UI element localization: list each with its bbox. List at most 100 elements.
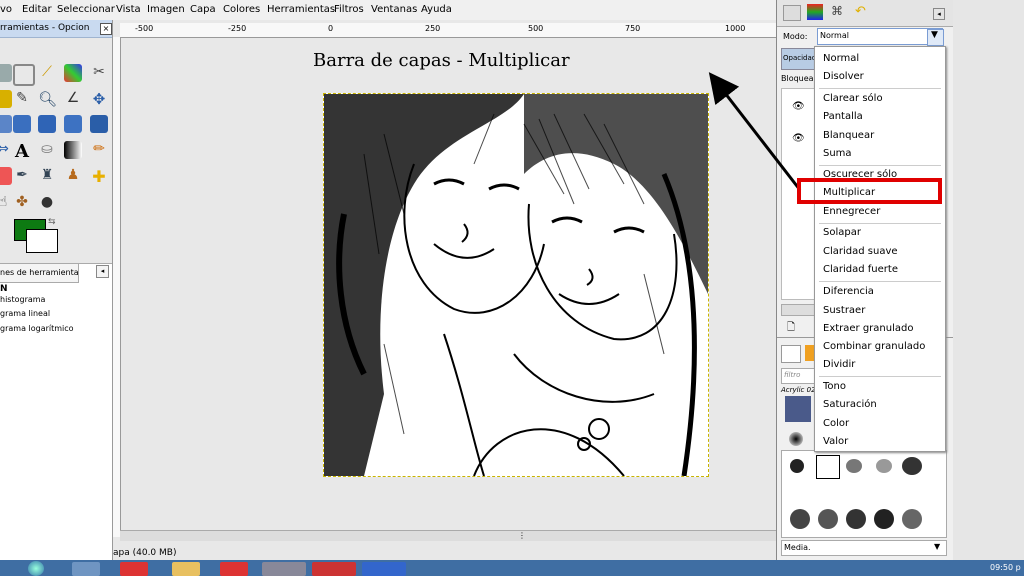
menu-item[interactable]: Ennegrecer bbox=[823, 206, 880, 217]
tab-layers-icon[interactable] bbox=[783, 5, 801, 21]
rotate-icon[interactable] bbox=[38, 115, 56, 133]
smudge-icon[interactable]: ☝ bbox=[0, 194, 12, 212]
new-layer-icon[interactable]: 🗋 bbox=[787, 320, 795, 337]
list-item[interactable]: histograma bbox=[0, 295, 45, 304]
tab-channels-icon[interactable] bbox=[807, 4, 823, 20]
lasso-tool-icon[interactable] bbox=[0, 64, 12, 82]
fuzzy-select-icon[interactable]: ⟋ bbox=[38, 64, 56, 82]
menu-item[interactable]: Suma bbox=[823, 148, 852, 159]
menu-tools[interactable]: Herramientas bbox=[267, 4, 335, 15]
filter-input[interactable]: filtro bbox=[781, 368, 815, 384]
chevron-down-icon[interactable]: ▼ bbox=[934, 542, 940, 551]
taskbar-word-icon[interactable] bbox=[362, 562, 406, 576]
brush-item[interactable] bbox=[846, 459, 862, 473]
perspective-icon[interactable] bbox=[90, 115, 108, 133]
brush-item[interactable] bbox=[790, 509, 810, 529]
canvas-image[interactable] bbox=[323, 93, 709, 477]
chevron-down-icon[interactable]: ▼ bbox=[927, 29, 944, 46]
paintbrush-icon[interactable] bbox=[0, 167, 12, 185]
menu-help[interactable]: Ayuda bbox=[421, 4, 452, 15]
gradient-icon[interactable] bbox=[64, 141, 82, 159]
menu-item[interactable]: Blanquear bbox=[823, 130, 874, 141]
menu-item[interactable]: Solapar bbox=[823, 227, 861, 238]
menu-select[interactable]: Seleccionar bbox=[57, 4, 115, 15]
brush-item[interactable] bbox=[818, 509, 838, 529]
menu-item[interactable]: Combinar granulado bbox=[823, 341, 925, 352]
brush-item[interactable] bbox=[874, 509, 894, 529]
ink-icon[interactable]: ♜ bbox=[38, 167, 56, 185]
align-icon[interactable] bbox=[0, 115, 12, 133]
close-icon[interactable]: × bbox=[100, 23, 112, 35]
airbrush-icon[interactable]: ✒ bbox=[13, 167, 31, 185]
menu-item[interactable]: Saturación bbox=[823, 399, 877, 410]
brush-select[interactable]: Media. ▼ bbox=[781, 540, 947, 556]
zoom-icon[interactable]: 🔍︎ bbox=[38, 90, 57, 108]
paths-icon[interactable] bbox=[0, 90, 12, 108]
list-item[interactable]: grama lineal bbox=[0, 309, 50, 318]
menu-item[interactable]: Claridad suave bbox=[823, 246, 898, 257]
taskbar-folder-icon[interactable] bbox=[172, 562, 200, 576]
burn-icon[interactable]: ● bbox=[38, 194, 56, 212]
brush-item[interactable] bbox=[876, 459, 892, 473]
menu-item[interactable]: Valor bbox=[823, 436, 848, 447]
taskbar-gimp-icon[interactable] bbox=[262, 562, 306, 576]
brush-item-selected[interactable] bbox=[816, 455, 840, 479]
brushes-tab-icon[interactable] bbox=[781, 345, 801, 363]
menu-item[interactable]: Color bbox=[823, 418, 849, 429]
brush-grid[interactable] bbox=[781, 450, 947, 538]
menu-item[interactable]: Sustraer bbox=[823, 305, 865, 316]
menu-edit[interactable]: Editar bbox=[22, 4, 52, 15]
brush-item[interactable] bbox=[902, 509, 922, 529]
menu-item[interactable]: Clarear sólo bbox=[823, 93, 883, 104]
menu-layer[interactable]: Capa bbox=[190, 4, 216, 15]
dodge-icon[interactable]: ✤ bbox=[13, 194, 31, 212]
horizontal-scrollbar[interactable]: ⋮ bbox=[120, 530, 776, 541]
taskbar-chrome-icon[interactable] bbox=[120, 562, 148, 576]
swap-colors-icon[interactable]: ⇆ bbox=[48, 217, 56, 227]
brush-item[interactable] bbox=[846, 509, 866, 529]
scale-icon[interactable] bbox=[64, 115, 82, 133]
measure-icon[interactable]: ∠ bbox=[64, 90, 82, 108]
brush-item[interactable] bbox=[790, 459, 804, 473]
heal-icon[interactable]: ✚ bbox=[90, 167, 108, 186]
color-select-icon[interactable] bbox=[64, 64, 82, 82]
brush-item[interactable] bbox=[902, 457, 922, 475]
mode-select[interactable]: Normal bbox=[817, 28, 943, 45]
menu-item[interactable]: Diferencia bbox=[823, 286, 874, 297]
menu-windows[interactable]: Ventanas bbox=[371, 4, 417, 15]
menu-filters[interactable]: Filtros bbox=[334, 4, 364, 15]
tab-undo-icon[interactable]: ↶ bbox=[855, 4, 871, 20]
panel-menu-icon[interactable]: ◂ bbox=[933, 8, 945, 20]
scroll-grip-icon[interactable]: ⋮ bbox=[518, 531, 526, 540]
taskbar-chrome2-icon[interactable] bbox=[220, 562, 248, 576]
flip-icon[interactable]: ⇔ bbox=[0, 141, 12, 159]
taskbar-app-icon[interactable] bbox=[72, 562, 100, 576]
menu-item[interactable]: Dividir bbox=[823, 359, 855, 370]
menu-view[interactable]: Vista bbox=[116, 4, 141, 15]
text-icon[interactable]: A bbox=[13, 141, 31, 162]
pencil-icon[interactable]: ✏ bbox=[90, 141, 108, 159]
crop-icon[interactable] bbox=[13, 115, 31, 133]
taskbar-powerpoint-icon[interactable] bbox=[312, 562, 356, 576]
move-icon[interactable]: ✥ bbox=[90, 90, 108, 108]
panel-menu-icon[interactable]: ◂ bbox=[96, 265, 109, 278]
menu-item[interactable]: Extraer granulado bbox=[823, 323, 913, 334]
clone-icon[interactable]: ♟ bbox=[64, 167, 82, 185]
tab-tool-options[interactable]: nes de herramienta bbox=[0, 264, 79, 283]
color-picker-icon[interactable]: ✎ bbox=[13, 90, 31, 108]
ellipse-select-icon[interactable] bbox=[13, 64, 35, 86]
menu-item[interactable]: Pantalla bbox=[823, 111, 863, 122]
tab-paths-icon[interactable]: ⌘ bbox=[831, 4, 847, 20]
foreground-color[interactable] bbox=[14, 219, 44, 239]
menu-item[interactable]: Tono bbox=[823, 381, 846, 392]
bucket-fill-icon[interactable]: ⛀ bbox=[38, 141, 56, 159]
menu-colors[interactable]: Colores bbox=[223, 4, 260, 15]
menu-file[interactable]: vo bbox=[0, 4, 12, 15]
list-item[interactable]: grama logarítmico bbox=[0, 324, 74, 333]
opacity-field[interactable]: Opacidad bbox=[781, 48, 817, 70]
scissors-icon[interactable]: ✂ bbox=[90, 64, 108, 82]
start-button-icon[interactable] bbox=[28, 561, 44, 576]
menu-item[interactable]: Disolver bbox=[823, 71, 864, 82]
menu-item[interactable]: Claridad fuerte bbox=[823, 264, 898, 275]
menu-item[interactable]: Normal bbox=[823, 53, 859, 64]
